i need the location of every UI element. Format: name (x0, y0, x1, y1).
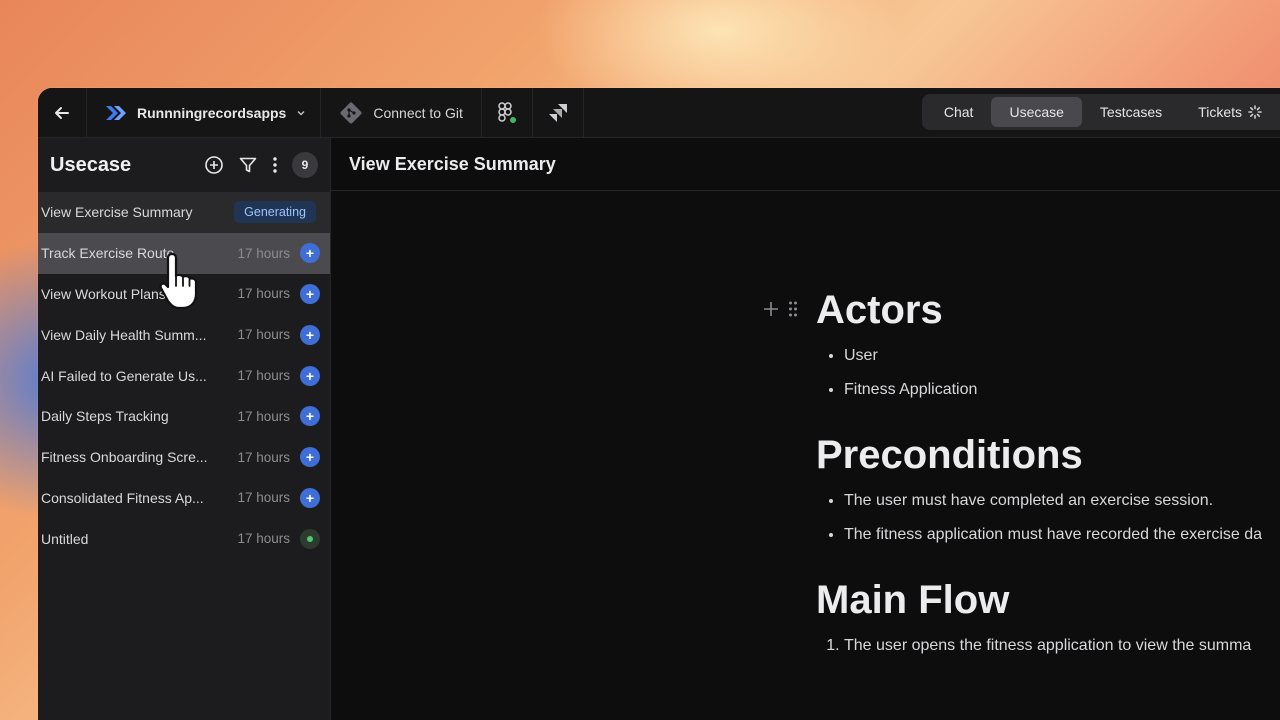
project-selector[interactable]: Runnningrecordsapps (87, 88, 322, 137)
add-icon[interactable]: + (300, 283, 320, 304)
item-title: View Exercise Summary (41, 204, 193, 221)
item-time: 17 hours (237, 286, 290, 302)
item-title: Consolidated Fitness Ap... (41, 489, 204, 506)
figma-icon (498, 101, 516, 123)
add-icon[interactable]: + (300, 406, 320, 427)
chevron-down-icon (297, 110, 305, 116)
connect-git-label: Connect to Git (373, 104, 463, 121)
project-name: Runnningrecordsapps (137, 104, 287, 121)
main-header: View Exercise Summary (331, 138, 1280, 191)
item-time: 17 hours (237, 408, 290, 424)
item-title: Untitled (41, 530, 89, 547)
loading-spinner-icon (1248, 105, 1262, 119)
hand-pointer-cursor-icon (159, 252, 198, 310)
add-icon[interactable]: + (300, 365, 320, 386)
section-heading: Preconditions (816, 433, 1083, 477)
preconditions-list: The user must have completed an exercise… (816, 484, 1280, 552)
sidebar-header: Usecase 9 (38, 138, 330, 192)
block-handle[interactable] (762, 300, 798, 318)
list-item: Fitness Application (844, 373, 1280, 407)
app-logo-icon (106, 105, 126, 120)
jira-icon (548, 103, 567, 122)
tab-chat[interactable]: Chat (926, 97, 992, 127)
item-title: Fitness Onboarding Scre... (41, 449, 208, 466)
section-heading: Actors (816, 288, 943, 332)
usecase-document[interactable]: Actors User Fitness Application Precondi… (764, 288, 1280, 689)
sidebar-item-daily-steps-tracking[interactable]: Daily Steps Tracking 17 hours + (38, 396, 330, 437)
sidebar-item-ai-failed[interactable]: AI Failed to Generate Us... 17 hours + (38, 355, 330, 396)
page-title: View Exercise Summary (349, 153, 556, 174)
add-icon[interactable]: + (300, 487, 320, 508)
back-button[interactable] (38, 88, 87, 137)
list-item: The user opens the fitness application t… (844, 629, 1280, 663)
more-vertical-icon[interactable] (272, 156, 278, 174)
usecase-sidebar: Usecase 9 View Exercise Summary Generati… (38, 138, 331, 720)
section-heading: Main Flow (816, 578, 1010, 622)
sidebar-item-view-daily-health-summary[interactable]: View Daily Health Summ... 17 hours + (38, 314, 330, 355)
list-item: User (844, 339, 1280, 373)
section-actors: Actors User Fitness Application (816, 288, 1280, 407)
item-time: 17 hours (237, 531, 290, 547)
list-item: The user must have completed an exercise… (844, 484, 1280, 518)
jira-button[interactable] (533, 88, 584, 137)
top-bar: Runnningrecordsapps Connect to Git Chat … (38, 88, 1280, 138)
add-icon[interactable]: + (300, 447, 320, 468)
drag-handle-icon[interactable] (788, 300, 798, 318)
item-time: 17 hours (237, 449, 290, 465)
status-badge: Generating (234, 201, 316, 224)
sidebar-item-untitled[interactable]: Untitled 17 hours (38, 518, 330, 559)
add-circle-icon[interactable] (204, 155, 224, 175)
sidebar-item-view-exercise-summary[interactable]: View Exercise Summary Generating (38, 192, 330, 233)
item-title: View Daily Health Summ... (41, 326, 207, 343)
app-window: Runnningrecordsapps Connect to Git Chat … (38, 88, 1280, 720)
arrow-left-icon (55, 106, 69, 119)
item-title: View Workout Plans (41, 285, 166, 302)
tab-testcases-label: Testcases (1099, 104, 1163, 120)
item-time: 17 hours (237, 245, 290, 261)
item-title: AI Failed to Generate Us... (41, 367, 207, 384)
filter-icon[interactable] (238, 155, 258, 175)
tab-testcases[interactable]: Testcases (1082, 97, 1180, 127)
item-title: Daily Steps Tracking (41, 408, 169, 425)
figma-button[interactable] (482, 88, 533, 137)
view-tabs: Chat Usecase Testcases Tickets (921, 94, 1280, 130)
status-dot-icon (300, 528, 320, 549)
connect-git-button[interactable]: Connect to Git (321, 88, 482, 137)
tab-chat-label: Chat (943, 104, 974, 120)
git-icon (340, 102, 362, 123)
actors-list: User Fitness Application (816, 339, 1280, 407)
tab-usecase-label: Usecase (1009, 104, 1064, 120)
item-time: 17 hours (237, 490, 290, 506)
item-time: 17 hours (237, 368, 290, 384)
usecase-count-badge: 9 (292, 152, 318, 178)
tab-tickets[interactable]: Tickets (1180, 97, 1280, 127)
plus-icon[interactable] (762, 300, 780, 318)
add-icon[interactable]: + (300, 243, 320, 264)
section-preconditions: Preconditions The user must have complet… (816, 433, 1280, 552)
sidebar-item-consolidated-fitness[interactable]: Consolidated Fitness Ap... 17 hours + (38, 478, 330, 519)
section-main-flow: Main Flow The user opens the fitness app… (816, 578, 1280, 663)
tab-tickets-label: Tickets (1198, 104, 1242, 120)
sidebar-item-fitness-onboarding[interactable]: Fitness Onboarding Scre... 17 hours + (38, 437, 330, 478)
add-icon[interactable]: + (300, 324, 320, 345)
list-item: The fitness application must have record… (844, 518, 1280, 552)
sidebar-title: Usecase (50, 153, 132, 176)
item-time: 17 hours (237, 327, 290, 343)
tab-usecase[interactable]: Usecase (991, 97, 1082, 127)
main-flow-list: The user opens the fitness application t… (816, 629, 1280, 663)
item-title: Track Exercise Route (41, 245, 175, 262)
